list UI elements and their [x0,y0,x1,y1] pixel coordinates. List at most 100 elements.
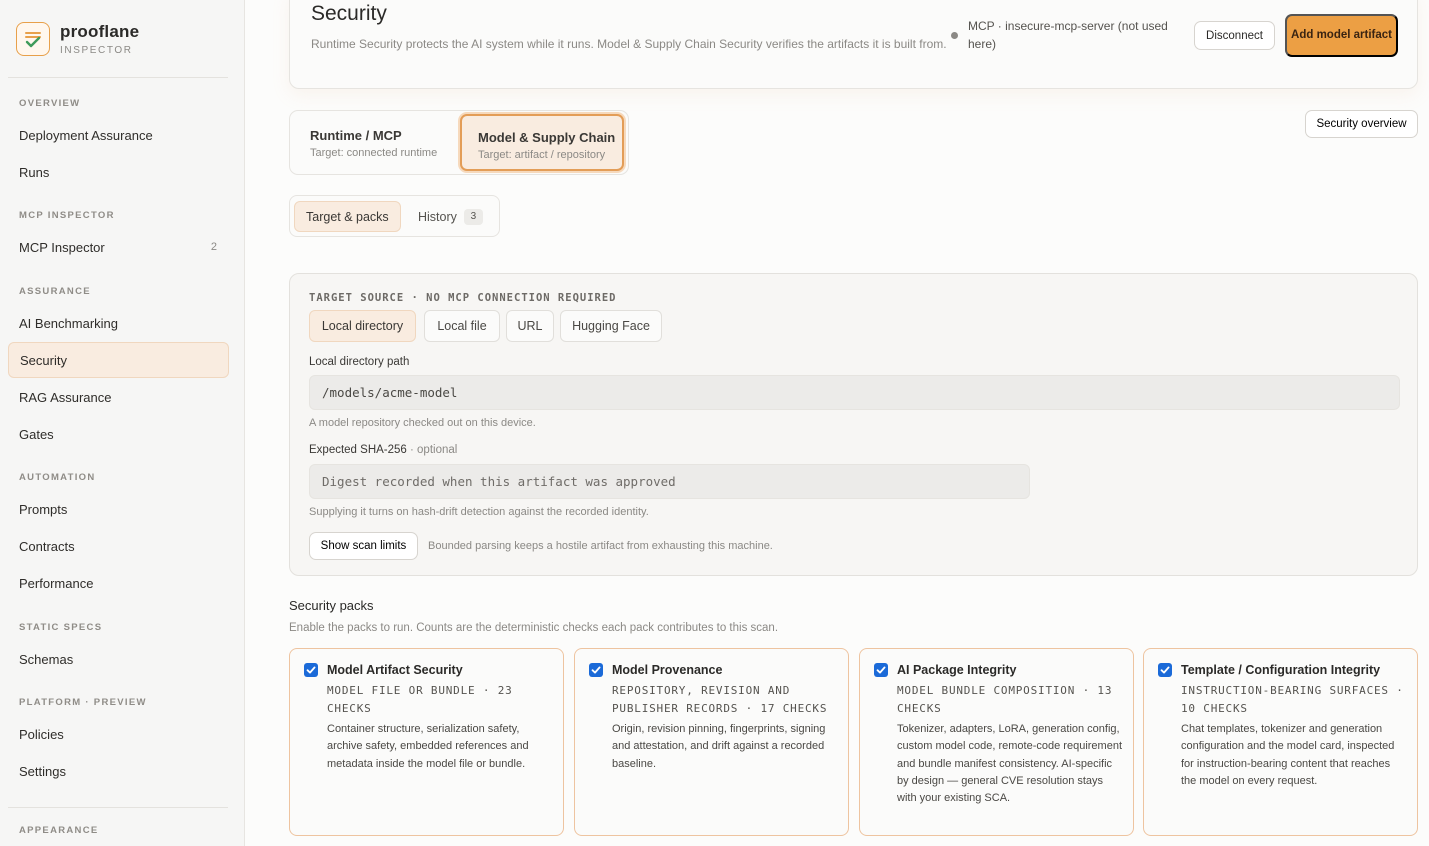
brand-name: prooflane [60,22,140,41]
connection-status: MCP · insecure-mcp-server (not used here… [968,19,1168,51]
sidebar-item-label: MCP Inspector [19,239,105,255]
sidebar-item-label: Gates [19,426,54,442]
sidebar-item-deployment-assurance[interactable]: Deployment Assurance [8,117,229,153]
tab-subtitle: Target: connected runtime [310,147,438,159]
tab-runtime-mcp[interactable]: Runtime / MCP Target: connected runtime [294,114,454,171]
sidebar-item-policies[interactable]: Policies [8,716,229,752]
sha-label-text: Expected SHA-256 [309,444,407,456]
sidebar-item-mcp-inspector[interactable]: MCP Inspector 2 [8,229,229,265]
sidebar-item-label: Settings [19,763,66,779]
section-head-static-specs: STATIC SPECS [19,622,103,633]
pack-description: Origin, revision pinning, fingerprints, … [612,723,826,770]
sidebar-item-ai-benchmarking[interactable]: AI Benchmarking [8,305,229,341]
sidebar-item-label: Security [20,352,67,368]
sidebar-item-label: Runs [19,164,50,180]
path-label: Local directory path [309,356,410,368]
pack-card-ai-package-integrity[interactable]: AI Package Integrity Model bundle compos… [859,648,1134,836]
tab-title: Model & Supply Chain [478,130,616,145]
pack-checkbox[interactable] [874,663,888,677]
page-header: Security Runtime Security protects the A… [289,0,1418,89]
sidebar-item-security[interactable]: Security [8,342,229,378]
tab-subtitle: Target: artifact / repository [478,149,606,161]
sidebar-item-contracts[interactable]: Contracts [8,528,229,564]
tab-model-supply-chain[interactable]: Model & Supply Chain Target: artifact / … [460,114,624,171]
sub-tabs: Target & packs History 3 [289,195,500,237]
sidebar-item-label: Prompts [19,501,68,517]
source-local-file[interactable]: Local file [424,310,500,342]
optional-tag: · optional [406,444,458,456]
pack-card-model-artifact-security[interactable]: Model Artifact Security Model file or bu… [289,648,564,836]
pack-meta: Instruction-bearing surfaces · 10 checks [1181,684,1404,715]
add-model-artifact-button[interactable]: Add model artifact [1285,14,1398,57]
sidebar-item-label: RAG Assurance [19,389,112,405]
tab-history[interactable]: History 3 [407,201,494,232]
tab-title: Runtime / MCP [310,128,402,143]
checklist-logo-icon [16,22,50,56]
section-head-overview: OVERVIEW [19,98,81,109]
pack-title: Template / Configuration Integrity [1181,663,1381,677]
sidebar-item-label: Contracts [19,538,75,554]
pack-title: Model Artifact Security [327,663,463,677]
target-source-panel: TARGET SOURCE · NO MCP CONNECTION REQUIR… [289,273,1418,576]
sidebar-item-prompts[interactable]: Prompts [8,491,229,527]
section-head-automation: AUTOMATION [19,472,96,483]
source-hugging-face[interactable]: Hugging Face [560,310,662,342]
sidebar-item-runs[interactable]: Runs [8,154,229,190]
divider [8,807,228,808]
sha-label: Expected SHA-256 · optional [309,444,457,456]
packs-title: Security packs [289,598,374,613]
packs-description: Enable the packs to run. Counts are the … [289,622,779,634]
pack-meta: Model bundle composition · 13 checks [897,684,1113,715]
history-count-badge: 3 [463,208,483,225]
pack-checkbox[interactable] [589,663,603,677]
checkmark-icon [591,666,601,674]
brand[interactable]: prooflane INSPECTOR [16,22,139,56]
show-scan-limits-button[interactable]: Show scan limits [309,532,418,560]
count-badge: 2 [210,241,217,253]
checkmark-icon [876,666,886,674]
section-head-assurance: ASSURANCE [19,286,91,297]
sidebar-item-schemas[interactable]: Schemas [8,641,229,677]
sidebar: prooflane INSPECTOR OVERVIEW Deployment … [0,0,245,846]
checkmark-icon [306,666,316,674]
scan-limits-note: Bounded parsing keeps a hostile artifact… [428,540,773,552]
directory-path-input[interactable]: /models/acme-model [309,375,1400,410]
sidebar-item-label: Schemas [19,651,74,667]
sidebar-item-rag-assurance[interactable]: RAG Assurance [8,379,229,415]
pack-description: Container structure, serialization safet… [327,723,529,770]
section-head-platform-preview: PLATFORM · PREVIEW [19,697,147,708]
connection-status-dot [951,32,958,39]
pack-title: Model Provenance [612,663,723,677]
sidebar-item-label: Policies [19,726,64,742]
section-head-appearance: APPEARANCE [19,825,99,836]
checkmark-icon [1160,666,1170,674]
sidebar-item-label: AI Benchmarking [19,315,118,331]
source-local-directory[interactable]: Local directory [309,310,416,342]
sidebar-item-settings[interactable]: Settings [8,753,229,789]
pack-checkbox[interactable] [1158,663,1172,677]
sha-hint: Supplying it turns on hash-drift detecti… [309,506,649,518]
sidebar-item-performance[interactable]: Performance [8,565,229,601]
pack-meta: Model file or bundle · 23 checks [327,684,513,715]
pack-card-template-configuration-integrity[interactable]: Template / Configuration Integrity Instr… [1143,648,1418,836]
sha256-input[interactable]: Digest recorded when this artifact was a… [309,464,1030,499]
security-overview-button[interactable]: Security overview [1305,110,1418,138]
sidebar-item-gates[interactable]: Gates [8,416,229,452]
pack-description: Tokenizer, adapters, LoRA, generation co… [897,723,1122,805]
pack-card-model-provenance[interactable]: Model Provenance Repository, revision an… [574,648,849,836]
brand-subtitle: INSPECTOR [60,45,133,56]
section-head-mcp-inspector: MCP INSPECTOR [19,210,115,221]
page-description: Runtime Security protects the AI system … [311,37,947,51]
sidebar-item-label: Deployment Assurance [19,127,153,143]
target-source-heading: TARGET SOURCE · NO MCP CONNECTION REQUIR… [309,292,617,304]
disconnect-button[interactable]: Disconnect [1194,21,1275,50]
page-title: Security [311,2,387,25]
pack-meta: Repository, revision and publisher recor… [612,684,828,715]
security-mode-tabs: Runtime / MCP Target: connected runtime … [289,110,629,175]
pack-title: AI Package Integrity [897,663,1017,677]
source-url[interactable]: URL [506,310,554,342]
tab-label: History [418,209,457,224]
tab-target-packs[interactable]: Target & packs [294,201,401,232]
pack-checkbox[interactable] [304,663,318,677]
divider [8,77,228,78]
